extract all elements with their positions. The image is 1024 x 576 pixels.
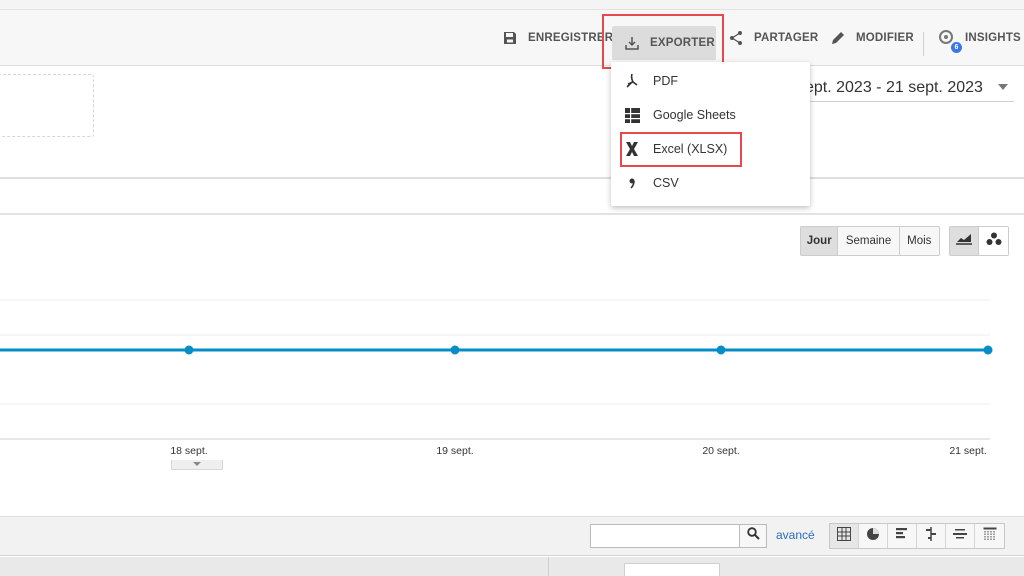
data-point[interactable] bbox=[983, 345, 993, 355]
google-sheets-icon bbox=[611, 107, 653, 123]
edit-label: MODIFIER bbox=[856, 32, 914, 44]
x-tick-label: 18 sept. bbox=[170, 445, 207, 457]
export-label: EXPORTER bbox=[650, 37, 715, 49]
period-month-button[interactable]: Mois bbox=[900, 227, 939, 255]
motion-chart-icon bbox=[986, 232, 1002, 251]
csv-icon bbox=[611, 177, 653, 189]
toolbar-divider bbox=[923, 32, 924, 56]
insights-icon: 6 bbox=[937, 28, 962, 53]
export-menu-item-pdf[interactable]: PDF bbox=[611, 65, 810, 97]
chart-type-toggle bbox=[949, 226, 1009, 256]
share-label: PARTAGER bbox=[754, 32, 819, 44]
export-menu-label: Google Sheets bbox=[653, 108, 736, 122]
view-performance-button[interactable] bbox=[888, 524, 917, 548]
insights-button[interactable]: 6 INSIGHTS bbox=[937, 10, 1021, 66]
share-icon bbox=[726, 28, 746, 48]
view-table-button[interactable] bbox=[830, 524, 859, 548]
pdf-icon bbox=[611, 73, 653, 89]
report-toolbar: ENREGISTRER EXPORTER PARTAGER MODIFIER 6… bbox=[0, 10, 1024, 66]
data-point[interactable] bbox=[450, 345, 460, 355]
export-menu-item-csv[interactable]: CSV bbox=[611, 167, 810, 199]
x-tick-label: 20 sept. bbox=[702, 445, 739, 457]
period-week-button[interactable]: Semaine bbox=[838, 227, 900, 255]
pie-chart-icon bbox=[866, 527, 880, 546]
table-header-divider bbox=[548, 557, 549, 576]
date-range-picker[interactable]: ept. 2023 - 21 sept. 2023 bbox=[805, 76, 983, 100]
table-header bbox=[0, 557, 1024, 576]
download-icon bbox=[622, 33, 642, 53]
line-chart: 18 sept. 19 sept. 20 sept. 21 sept. bbox=[0, 299, 993, 457]
advanced-filter-link[interactable]: avancé bbox=[776, 528, 815, 542]
edit-button[interactable]: MODIFIER bbox=[828, 10, 914, 66]
view-pivot-button[interactable] bbox=[975, 524, 1004, 548]
motion-chart-button[interactable] bbox=[979, 227, 1008, 255]
data-point[interactable] bbox=[716, 345, 726, 355]
share-button[interactable]: PARTAGER bbox=[726, 10, 818, 66]
date-range-value: ept. 2023 - 21 sept. 2023 bbox=[805, 79, 983, 96]
save-label: ENREGISTRER bbox=[528, 32, 614, 44]
line-chart-button[interactable] bbox=[950, 227, 980, 255]
caret-down-icon[interactable] bbox=[998, 84, 1008, 90]
search-icon bbox=[746, 527, 760, 545]
insights-label: INSIGHTS bbox=[965, 32, 1021, 44]
export-menu-label: CSV bbox=[653, 176, 679, 190]
bar-list-icon bbox=[895, 527, 909, 546]
line-chart-icon bbox=[955, 232, 973, 251]
pivot-icon bbox=[983, 527, 997, 546]
x-tick-label: 21 sept. bbox=[949, 445, 986, 457]
pencil-icon bbox=[828, 28, 848, 48]
table-header-select[interactable] bbox=[624, 563, 720, 576]
chart-collapse-handle[interactable] bbox=[171, 460, 223, 470]
insights-count-badge: 6 bbox=[951, 42, 962, 53]
comparison-icon bbox=[924, 526, 938, 546]
tabs-band bbox=[0, 179, 1024, 215]
term-cloud-icon bbox=[953, 527, 967, 546]
view-pie-button[interactable] bbox=[859, 524, 888, 548]
export-menu: PDF Google Sheets Excel (XLSX) CSV bbox=[611, 62, 810, 206]
export-menu-item-excel[interactable]: Excel (XLSX) bbox=[611, 133, 810, 165]
period-day-button[interactable]: Jour bbox=[801, 227, 839, 255]
grid-icon bbox=[837, 526, 851, 546]
top-strip bbox=[0, 0, 1024, 10]
table-view-switcher bbox=[829, 523, 1005, 549]
data-point[interactable] bbox=[184, 345, 194, 355]
export-button[interactable]: EXPORTER bbox=[612, 26, 716, 60]
date-range-underline bbox=[800, 101, 1014, 102]
export-menu-label: PDF bbox=[653, 74, 678, 88]
view-comparison-button[interactable] bbox=[917, 524, 946, 548]
segment-placeholder[interactable] bbox=[0, 74, 94, 137]
excel-icon bbox=[611, 141, 653, 157]
export-menu-label: Excel (XLSX) bbox=[653, 142, 728, 156]
export-menu-item-google-sheets[interactable]: Google Sheets bbox=[611, 99, 810, 131]
period-toggle: Jour Semaine Mois bbox=[800, 226, 940, 256]
table-search-button[interactable] bbox=[739, 524, 767, 548]
floppy-disk-icon bbox=[500, 28, 520, 48]
view-term-cloud-button[interactable] bbox=[946, 524, 975, 548]
save-button[interactable]: ENREGISTRER bbox=[500, 10, 613, 66]
x-tick-label: 19 sept. bbox=[436, 445, 473, 457]
table-search-input[interactable] bbox=[590, 524, 740, 548]
